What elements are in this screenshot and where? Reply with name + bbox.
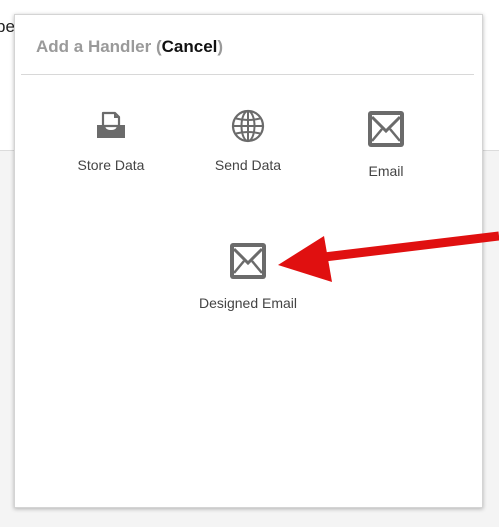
- arrow-shaft: [315, 231, 499, 263]
- arrow-head: [278, 236, 332, 282]
- red-arrow-annotation: [278, 231, 499, 282]
